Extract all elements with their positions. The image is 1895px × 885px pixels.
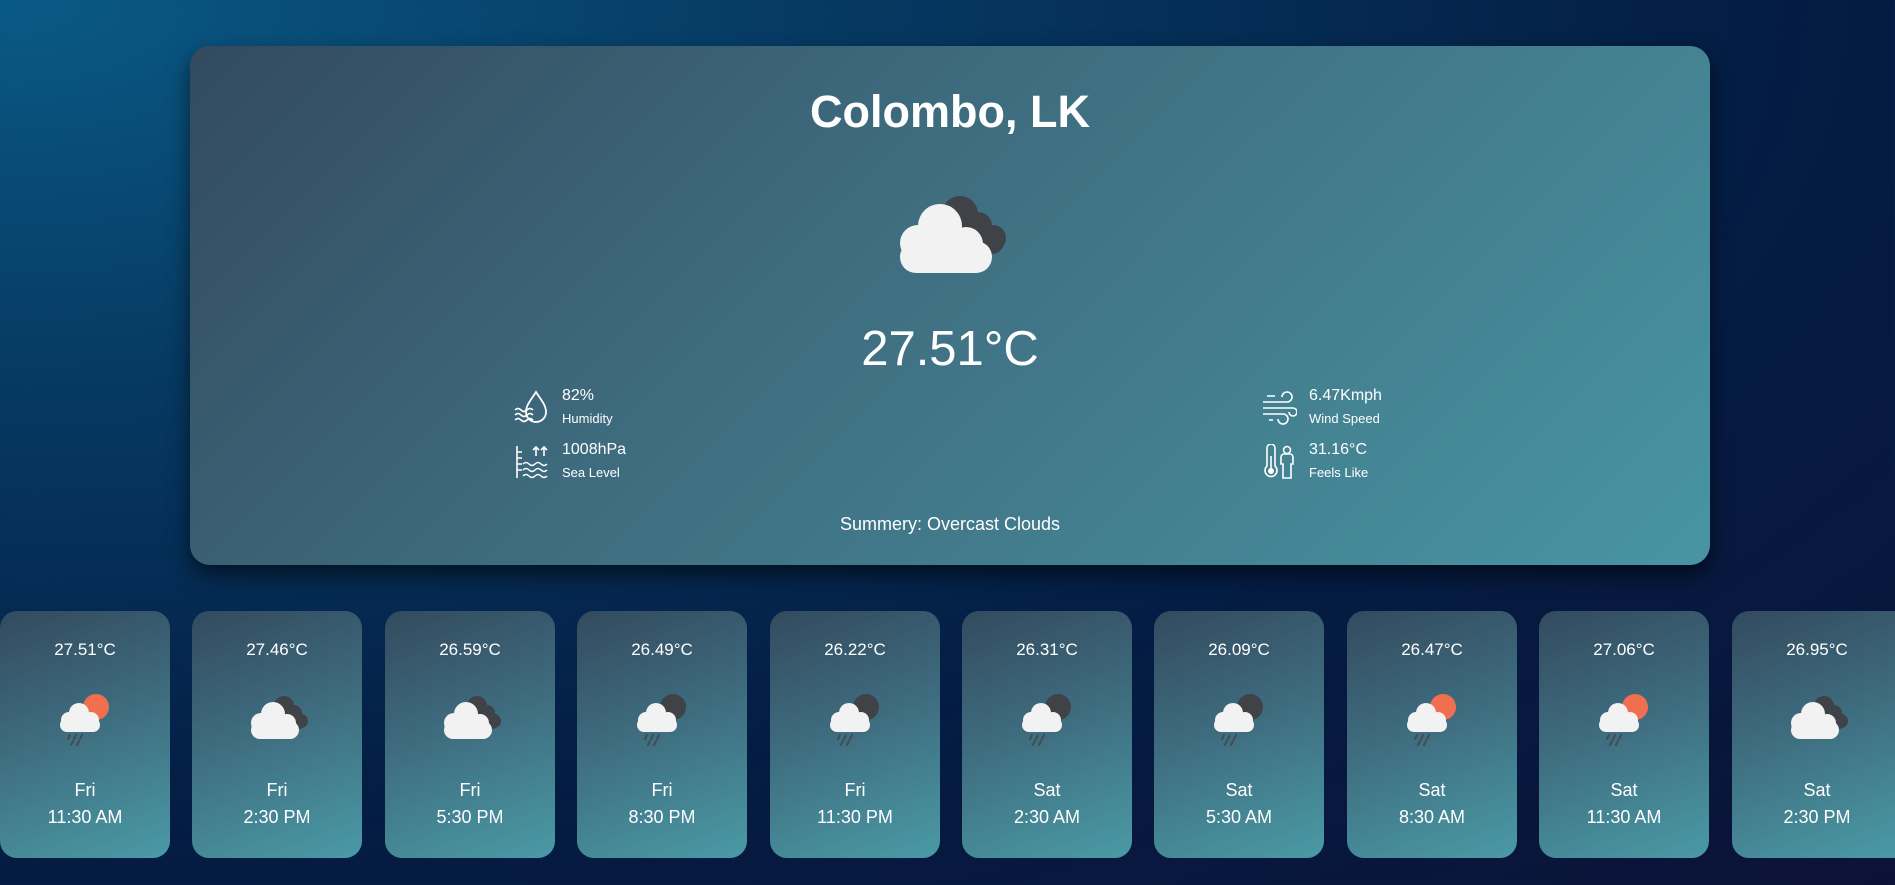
forecast-time: 11:30 AM xyxy=(47,807,123,827)
forecast-day: Sat xyxy=(1418,780,1446,800)
forecast-card: 27.51°C Fri 11:30 AM xyxy=(0,611,170,858)
forecast-temperature: 26.22°C xyxy=(824,640,886,659)
current-weather-card: Colombo, LK 27.51°C 82% Humidity 1008hPa… xyxy=(190,46,1710,565)
forecast-day: Sat xyxy=(1803,780,1831,800)
cloud-rain-moon-icon xyxy=(1208,691,1270,747)
forecast-day: Fri xyxy=(651,780,673,800)
cloud-rain-sun-icon xyxy=(54,691,116,747)
sea-level-icon xyxy=(516,445,548,479)
forecast-time: 2:30 PM xyxy=(1783,807,1851,827)
wind-icon xyxy=(1263,391,1297,425)
forecast-time: 2:30 PM xyxy=(243,807,311,827)
forecast-time: 2:30 AM xyxy=(1013,807,1081,827)
forecast-time: 8:30 AM xyxy=(1398,807,1466,827)
humidity-stat: 82% Humidity xyxy=(514,387,654,427)
forecast-time: 5:30 PM xyxy=(436,807,504,827)
forecast-temperature: 26.31°C xyxy=(1016,640,1078,659)
forecast-temperature: 26.59°C xyxy=(439,640,501,659)
thermometer-person-icon xyxy=(1264,444,1294,479)
forecast-card: 26.47°C Sat 8:30 AM xyxy=(1347,611,1517,858)
forecast-day: Fri xyxy=(74,780,96,800)
forecast-card: 26.09°C Sat 5:30 AM xyxy=(1154,611,1324,858)
sea-level-label: Sea Level xyxy=(562,465,620,480)
forecast-day: Fri xyxy=(844,780,866,800)
humidity-label: Humidity xyxy=(562,411,613,426)
wind-speed-stat: 6.47Kmph Wind Speed xyxy=(1261,387,1421,427)
forecast-card: 26.31°C Sat 2:30 AM xyxy=(962,611,1132,858)
humidity-icon xyxy=(514,390,547,423)
forecast-temperature: 26.47°C xyxy=(1401,640,1463,659)
forecast-day: Sat xyxy=(1225,780,1253,800)
wind-speed-value: 6.47Kmph xyxy=(1309,387,1382,404)
forecast-time: 11:30 PM xyxy=(817,807,893,827)
forecast-time: 8:30 PM xyxy=(628,807,696,827)
weather-summary: Summery: Overcast Clouds xyxy=(839,514,1061,534)
feels-like-value: 31.16°C xyxy=(1309,441,1367,458)
forecast-card: 26.95°C Sat 2:30 PM xyxy=(1732,611,1895,858)
city-title: Colombo, LK xyxy=(810,86,1090,137)
current-temperature: 27.51°C xyxy=(861,322,1039,376)
sea-level-value: 1008hPa xyxy=(562,441,627,458)
forecast-temperature: 27.06°C xyxy=(1593,640,1655,659)
overcast-clouds-icon xyxy=(439,691,501,747)
cloud-rain-moon-icon xyxy=(1016,691,1078,747)
wind-speed-label: Wind Speed xyxy=(1309,411,1380,426)
cloud-rain-sun-icon xyxy=(1401,691,1463,747)
sea-level-stat: 1008hPa Sea Level xyxy=(514,441,654,481)
forecast-temperature: 26.95°C xyxy=(1786,640,1848,659)
forecast-temperature: 26.09°C xyxy=(1208,640,1270,659)
forecast-temperature: 27.46°C xyxy=(246,640,308,659)
forecast-day: Sat xyxy=(1610,780,1638,800)
overcast-clouds-icon xyxy=(1786,691,1848,747)
forecast-card: 26.59°C Fri 5:30 PM xyxy=(385,611,555,858)
forecast-day: Sat xyxy=(1033,780,1061,800)
forecast-temperature: 27.51°C xyxy=(54,640,116,659)
feels-like-label: Feels Like xyxy=(1309,465,1369,480)
forecast-time: 5:30 AM xyxy=(1205,807,1273,827)
forecast-card: 27.06°C Sat 11:30 AM xyxy=(1539,611,1709,858)
forecast-time: 11:30 AM xyxy=(1586,807,1662,827)
forecast-card: 26.49°C Fri 8:30 PM xyxy=(577,611,747,858)
cloud-rain-moon-icon xyxy=(631,691,693,747)
forecast-card: 27.46°C Fri 2:30 PM xyxy=(192,611,362,858)
forecast-day: Fri xyxy=(266,780,288,800)
humidity-value: 82% xyxy=(562,387,595,404)
cloud-rain-moon-icon xyxy=(824,691,886,747)
forecast-card: 26.22°C Fri 11:30 PM xyxy=(770,611,940,858)
forecast-day: Fri xyxy=(459,780,481,800)
cloud-rain-sun-icon xyxy=(1593,691,1655,747)
feels-like-stat: 31.16°C Feels Like xyxy=(1261,441,1421,481)
forecast-temperature: 26.49°C xyxy=(631,640,693,659)
overcast-clouds-icon xyxy=(900,196,1006,273)
overcast-clouds-icon xyxy=(246,691,308,747)
